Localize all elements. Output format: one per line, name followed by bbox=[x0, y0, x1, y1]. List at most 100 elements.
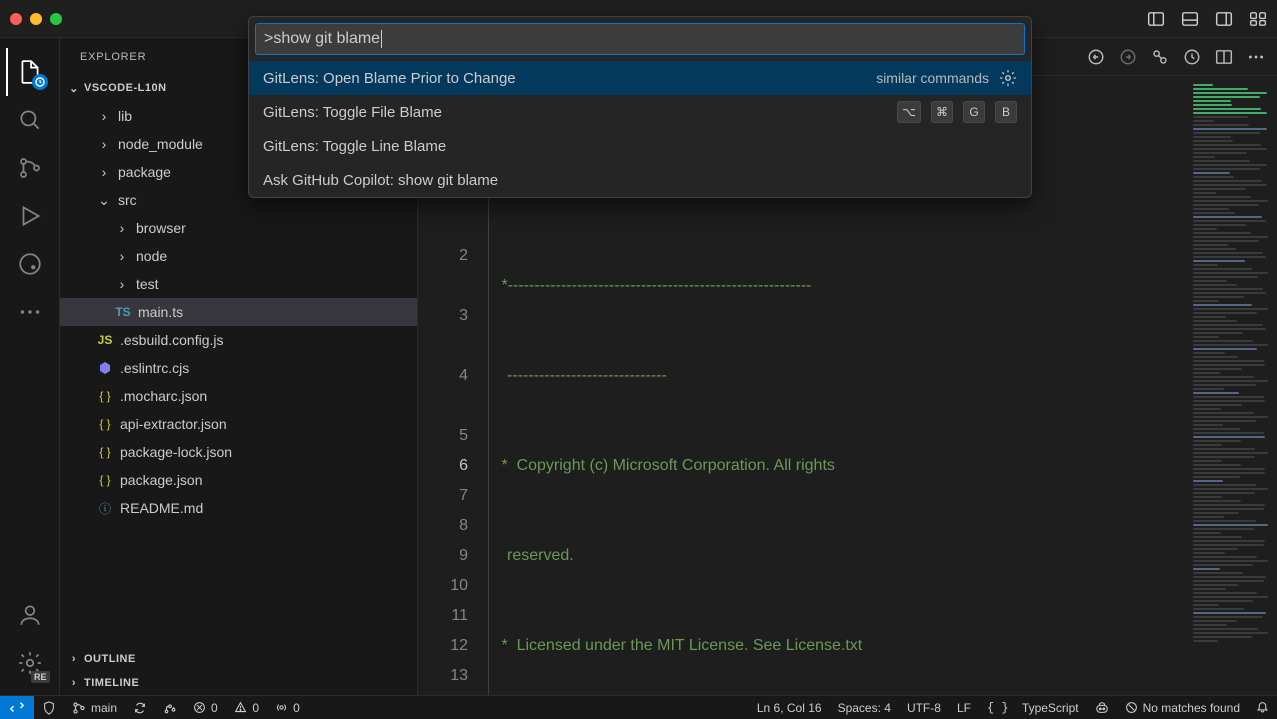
account-activity-icon[interactable] bbox=[6, 591, 54, 639]
status-matches[interactable]: No matches found bbox=[1117, 696, 1248, 719]
command-palette: >show git blame GitLens: Open Blame Prio… bbox=[248, 16, 1032, 198]
layout-primary-icon[interactable] bbox=[1147, 10, 1165, 28]
keybinding-key: G bbox=[963, 101, 985, 123]
status-encoding[interactable]: UTF-8 bbox=[899, 696, 949, 719]
status-copilot-icon[interactable] bbox=[1087, 696, 1117, 719]
gutter-line-number: 12 bbox=[418, 631, 468, 661]
split-editor-icon[interactable] bbox=[1215, 48, 1233, 66]
tree-file[interactable]: { }api-extractor.json bbox=[60, 410, 417, 438]
tree-item-label: api-extractor.json bbox=[120, 416, 227, 432]
chevron-right-icon: › bbox=[96, 164, 112, 180]
chevron-right-icon: › bbox=[114, 220, 130, 236]
chevron-right-icon: › bbox=[114, 248, 130, 264]
tree-file[interactable]: .eslintrc.cjs bbox=[60, 354, 417, 382]
search-activity-icon[interactable] bbox=[6, 96, 54, 144]
gutter-line-number: 10 bbox=[418, 571, 468, 601]
command-palette-item[interactable]: GitLens: Toggle File Blame⌥⌘GB bbox=[249, 95, 1031, 129]
more-editor-icon[interactable] bbox=[1247, 48, 1265, 66]
gutter-line-number: 8 bbox=[418, 511, 468, 541]
command-palette-item[interactable]: GitLens: Open Blame Prior to Changesimil… bbox=[249, 61, 1031, 95]
chevron-right-icon: › bbox=[96, 108, 112, 124]
status-position[interactable]: Ln 6, Col 16 bbox=[749, 696, 830, 719]
layout-customize-icon[interactable] bbox=[1249, 10, 1267, 28]
keybinding-key: ⌘ bbox=[931, 101, 953, 123]
command-palette-item[interactable]: Ask GitHub Copilot: show git blame bbox=[249, 163, 1031, 197]
close-window-icon[interactable] bbox=[10, 13, 22, 25]
tree-item-label: .eslintrc.cjs bbox=[120, 360, 189, 376]
chevron-right-icon: › bbox=[114, 276, 130, 292]
gutter-line-number: 9 bbox=[418, 541, 468, 571]
tree-file[interactable]: TSmain.ts bbox=[60, 298, 417, 326]
status-bell-icon[interactable] bbox=[1248, 696, 1277, 719]
tree-item-label: test bbox=[136, 276, 159, 292]
remote-indicator-icon[interactable] bbox=[0, 696, 34, 719]
compare-icon[interactable] bbox=[1151, 48, 1169, 66]
gutter-line-number: 13 bbox=[418, 661, 468, 691]
tree-item-label: .esbuild.config.js bbox=[120, 332, 224, 348]
palette-item-label: Ask GitHub Copilot: show git blame bbox=[263, 172, 498, 189]
status-graph-icon[interactable] bbox=[155, 696, 185, 719]
layout-panel-icon[interactable] bbox=[1181, 10, 1199, 28]
window-controls bbox=[10, 13, 62, 25]
gutter-line-number: 5 bbox=[418, 421, 468, 451]
palette-item-hint: similar commands bbox=[876, 70, 989, 86]
tree-item-label: package.json bbox=[120, 472, 203, 488]
tree-item-label: package bbox=[118, 164, 171, 180]
tree-file[interactable]: { }.mocharc.json bbox=[60, 382, 417, 410]
status-problems[interactable]: 0 0 bbox=[185, 696, 267, 719]
gear-icon[interactable] bbox=[999, 69, 1017, 87]
settings-activity-icon[interactable]: RE bbox=[6, 639, 54, 687]
nav-forward-icon[interactable] bbox=[1119, 48, 1137, 66]
command-palette-list: GitLens: Open Blame Prior to Changesimil… bbox=[249, 61, 1031, 197]
chevron-right-icon: › bbox=[96, 136, 112, 152]
editor-minimap[interactable] bbox=[1187, 76, 1277, 695]
sidebar-section-outline[interactable]: ›OUTLINE bbox=[60, 647, 417, 671]
command-palette-input[interactable]: >show git blame bbox=[255, 23, 1025, 55]
minimize-window-icon[interactable] bbox=[30, 13, 42, 25]
tree-item-label: README.md bbox=[120, 500, 203, 516]
tree-folder[interactable]: › browser bbox=[60, 214, 417, 242]
layout-secondary-icon[interactable] bbox=[1215, 10, 1233, 28]
pending-badge-icon bbox=[32, 74, 48, 90]
palette-item-label: GitLens: Toggle File Blame bbox=[263, 104, 442, 121]
settings-badge: RE bbox=[31, 671, 50, 683]
explorer-activity-icon[interactable] bbox=[6, 48, 54, 96]
tree-folder[interactable]: › test bbox=[60, 270, 417, 298]
palette-item-label: GitLens: Toggle Line Blame bbox=[263, 138, 446, 155]
gutter-line-number: 4 bbox=[418, 361, 468, 391]
tree-file[interactable]: { }package.json bbox=[60, 466, 417, 494]
gutter-line-number: 11 bbox=[418, 601, 468, 631]
status-shield-icon[interactable] bbox=[34, 696, 64, 719]
gutter-line-number: 2 bbox=[418, 241, 468, 271]
tree-item-label: .mocharc.json bbox=[120, 388, 207, 404]
status-bar: main 0 0 0 Ln 6, Col 16 Spaces: 4 UTF-8 … bbox=[0, 695, 1277, 719]
status-eol[interactable]: LF bbox=[949, 696, 979, 719]
tree-folder[interactable]: ›node bbox=[60, 242, 417, 270]
tree-item-label: lib bbox=[118, 108, 132, 124]
status-spaces[interactable]: Spaces: 4 bbox=[830, 696, 899, 719]
tree-item-label: src bbox=[118, 192, 137, 208]
tree-item-label: main.ts bbox=[138, 304, 183, 320]
tree-file[interactable]: JS.esbuild.config.js bbox=[60, 326, 417, 354]
more-activity-icon[interactable] bbox=[6, 288, 54, 336]
status-ports[interactable]: 0 bbox=[267, 696, 308, 719]
tree-item-label: node_module bbox=[118, 136, 203, 152]
scm-activity-icon[interactable] bbox=[6, 144, 54, 192]
gutter-line-number: 7 bbox=[418, 481, 468, 511]
keybinding-key: ⌥ bbox=[897, 101, 921, 123]
remote-activity-icon[interactable] bbox=[6, 240, 54, 288]
tree-item-label: browser bbox=[136, 220, 186, 236]
chevron-down-icon: ⌄ bbox=[96, 192, 112, 209]
sidebar-section-timeline[interactable]: ›TIMELINE bbox=[60, 671, 417, 695]
status-language[interactable]: { } TypeScript bbox=[979, 696, 1087, 719]
history-icon[interactable] bbox=[1183, 48, 1201, 66]
zoom-window-icon[interactable] bbox=[50, 13, 62, 25]
status-branch[interactable]: main bbox=[64, 696, 125, 719]
command-palette-item[interactable]: GitLens: Toggle Line Blame bbox=[249, 129, 1031, 163]
status-sync-icon[interactable] bbox=[125, 696, 155, 719]
run-activity-icon[interactable] bbox=[6, 192, 54, 240]
activity-bar: RE bbox=[0, 38, 60, 695]
tree-file[interactable]: { }package-lock.json bbox=[60, 438, 417, 466]
tree-file[interactable]: ⓘREADME.md bbox=[60, 494, 417, 522]
nav-back-icon[interactable] bbox=[1087, 48, 1105, 66]
